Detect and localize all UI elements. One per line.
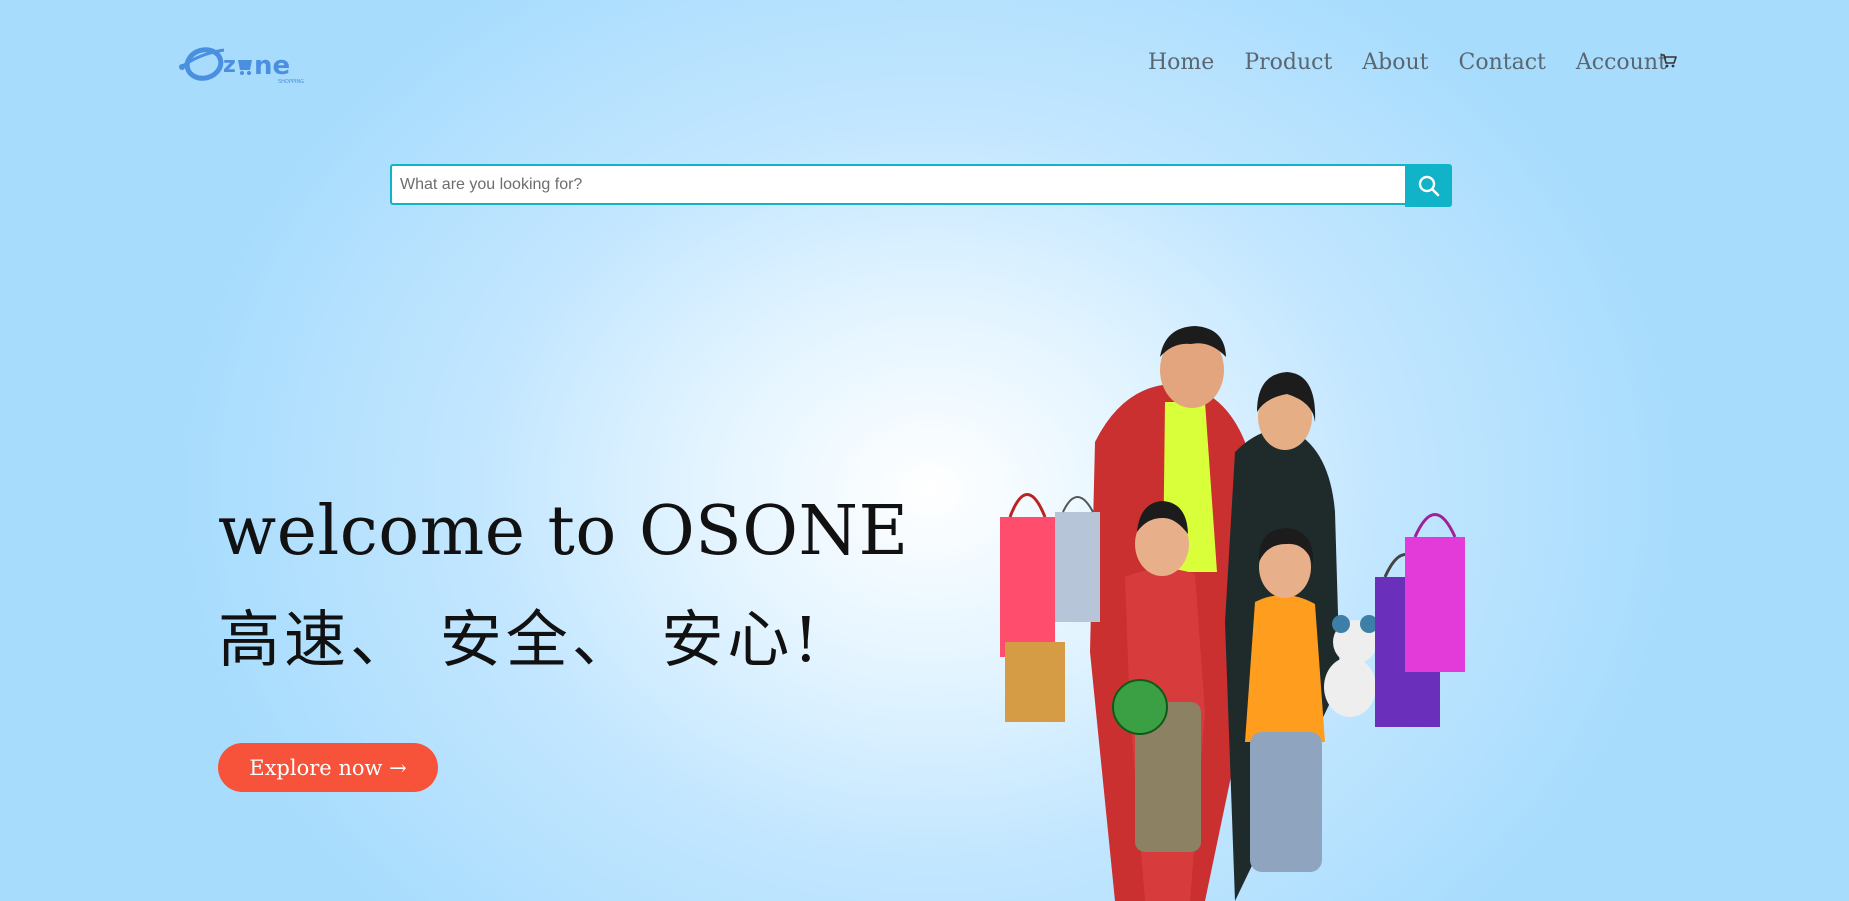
search-input[interactable] xyxy=(390,164,1405,205)
hero-title: welcome to OSONE xyxy=(218,492,909,571)
search-bar xyxy=(390,164,1452,207)
search-icon xyxy=(1418,175,1439,196)
nav-home[interactable]: Home xyxy=(1148,48,1214,78)
nav-product[interactable]: Product xyxy=(1244,48,1332,78)
search-button[interactable] xyxy=(1405,164,1452,207)
nav-about[interactable]: About xyxy=(1362,48,1428,78)
svg-text:ne: ne xyxy=(254,51,290,81)
nav-account[interactable]: Account xyxy=(1576,48,1667,78)
nav-contact[interactable]: Contact xyxy=(1459,48,1546,78)
logo-tagline: SHOPPING xyxy=(278,79,304,85)
hero-subtitle: 高速、 安全、 安心! xyxy=(218,603,823,676)
cart-icon[interactable] xyxy=(1659,51,1679,71)
ozone-logo[interactable]: z ne SHOPPING xyxy=(178,42,310,86)
svg-text:z: z xyxy=(223,53,236,78)
main-nav: Home Product About Contact Account xyxy=(1148,48,1697,78)
explore-now-button[interactable]: Explore now → xyxy=(218,743,438,792)
family-shopping-photo xyxy=(1000,326,1465,901)
